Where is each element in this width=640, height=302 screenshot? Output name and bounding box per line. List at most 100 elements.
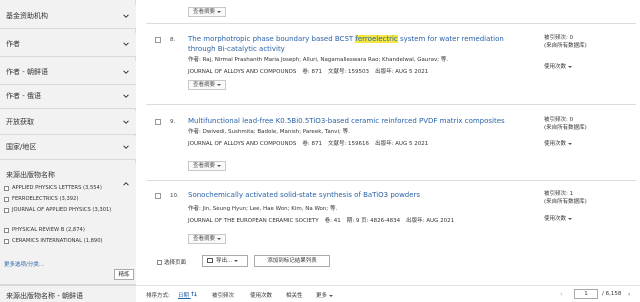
pub-date: 出版年: AUG 5 2021 [375,69,429,75]
sort-arrows-icon [191,291,197,297]
search-highlight: ferroelectric [355,35,398,43]
facet-funding-agency[interactable]: 基金资助机构 [0,5,136,29]
facet-label: 来源出版物名称 [6,171,55,179]
record-title-link[interactable]: Multifunctional lead-free K0.5Bi0.5TiO3-… [188,117,510,127]
usage-count-dropdown[interactable]: 使用次数 [544,214,573,222]
view-abstract-button[interactable]: 查看摘要 [188,80,227,90]
source-option[interactable]: APPLIED PHYSICS LETTERS (3,554) [4,185,132,192]
source-option[interactable]: FERROELECTRICS (3,392) [4,196,132,203]
checkbox[interactable] [4,197,9,202]
facet-label: 作者 - 俄语 [6,92,41,100]
caret-down-icon [234,259,239,262]
select-page-checkbox[interactable]: 选择页面 [157,258,186,266]
record-checkbox[interactable] [155,119,161,125]
volume: 卷: 41 [324,218,341,224]
record-number: 10. [170,193,179,199]
next-page-icon[interactable]: › [628,291,630,298]
facet-open-access[interactable]: 开放获取 [0,111,136,135]
view-abstract-button[interactable]: 查看摘要 [188,161,227,171]
sort-option-usage[interactable]: 使用次数 [250,291,272,299]
facet-label: 基金资助机构 [6,12,48,20]
more-options-link[interactable]: 更多选项/分类... [4,260,44,268]
chevron-down-icon [123,41,129,47]
caret-down-icon [217,237,222,240]
record-checkbox[interactable] [155,37,161,43]
record-authors: 作者: Jin, Seung Hyun; Lee, Hae Won; Kim, … [188,206,338,212]
record-number: 8. [170,37,176,43]
facet-label: 作者 [6,40,20,48]
record-source: JOURNAL OF ALLOYS AND COMPOUNDS 卷: 871 文献号… [188,139,434,147]
record-source: JOURNAL OF ALLOYS AND COMPOUNDS 卷: 871 文献号… [188,67,434,75]
source-option[interactable]: CERAMICS INTERNATIONAL (1,890) [4,238,132,245]
chevron-down-icon [123,13,129,19]
caret-down-icon [329,294,334,297]
page-number-input[interactable]: 1 [574,289,598,299]
chevron-down-icon [123,69,129,75]
chevron-down-icon [123,93,129,99]
chevron-down-icon [123,119,129,125]
prev-page-icon[interactable]: ‹ [560,291,562,298]
usage-count-dropdown[interactable]: 使用次数 [544,62,573,70]
record-source: JOURNAL OF THE EUROPEAN CERAMIC SOCIETY 卷… [188,216,460,224]
pub-date: 出版年: AUG 5 2021 [375,141,429,147]
source-option[interactable]: JOURNAL OF APPLIED PHYSICS (3,301) [4,207,116,214]
journal-name: JOURNAL OF THE EUROPEAN CERAMIC SOCIETY [188,218,319,224]
refine-button[interactable]: 精炼 [114,269,134,280]
chevron-down-icon [123,293,129,302]
view-abstract-button[interactable]: 查看摘要 [188,7,227,17]
times-cited: 被引频次: 0 [544,117,574,123]
journal-name: JOURNAL OF ALLOYS AND COMPOUNDS [188,141,297,147]
page-total: / 6,158 [602,291,622,297]
add-to-marked-list-button[interactable]: 添加到标记结果列表 [254,255,330,267]
divider [146,104,636,105]
record-authors: 作者: Raj, Nirmal Prashanth Maria Joseph; … [188,57,449,63]
sort-bar: 排序方式: 日期 被引频次 使用次数 相关性 更多 ‹ 1 / 6,158 › [136,285,640,302]
caret-down-icon [217,164,222,167]
source-option[interactable]: PHYSICAL REVIEW B (2,874) [4,227,132,234]
times-cited-note: (来自所有数据库) [544,43,587,49]
facet-author[interactable]: 作者 [0,33,136,57]
times-cited-note: (来自所有数据库) [544,199,587,205]
caret-down-icon [217,83,222,86]
volume: 卷: 871 [302,141,322,147]
usage-count-dropdown[interactable]: 使用次数 [544,139,573,147]
sort-option-more[interactable]: 更多 [316,291,334,299]
checkbox[interactable] [4,239,9,244]
record-title-link[interactable]: The morphotropic phase boundary based BC… [188,35,510,54]
article-number: 文献号: 159616 [327,141,370,147]
record-title-link[interactable]: Sonochemically activated solid-state syn… [188,191,510,201]
times-cited: 被引频次: 1 [544,191,574,197]
checkbox[interactable] [157,260,162,265]
chevron-down-icon [123,144,129,150]
record-authors: 作者: Dwivedi, Sushmita; Badole, Manish; P… [188,129,350,135]
sort-option-times-cited[interactable]: 被引频次 [212,291,234,299]
checkbox[interactable] [4,208,9,213]
checkbox[interactable] [4,186,9,191]
sort-option-date[interactable]: 日期 [178,291,197,299]
caret-down-icon [568,142,573,145]
facet-country-region[interactable]: 国家/地区 [0,136,136,160]
caret-down-icon [568,217,573,220]
volume: 卷: 871 [302,69,322,75]
facet-source-title-korean[interactable]: 来源出版物名称 - 朝鲜语 [0,285,136,302]
divider [146,180,636,181]
facet-author-russian[interactable]: 作者 - 俄语 [0,85,136,109]
record-checkbox[interactable] [155,193,161,199]
journal-name: JOURNAL OF ALLOYS AND COMPOUNDS [188,69,297,75]
view-abstract-button[interactable]: 查看摘要 [188,234,227,244]
facet-label: 开放获取 [6,118,34,126]
checkbox[interactable] [4,228,9,233]
facet-label: 作者 - 朝鲜语 [6,68,48,76]
record-number: 9. [170,119,176,125]
facet-label: 来源出版物名称 - 朝鲜语 [6,292,83,300]
filter-sidebar: 基金资助机构 作者 作者 - 朝鲜语 作者 - 俄语 开放获取 国家/地区 来源… [0,0,136,302]
times-cited: 被引频次: 0 [544,35,574,41]
export-button[interactable]: 导出... [202,255,248,267]
facet-author-korean[interactable]: 作者 - 朝鲜语 [0,61,136,85]
caret-down-icon [568,65,573,68]
sort-label: 排序方式: [146,293,170,299]
caret-down-icon [217,10,222,13]
divider [146,23,636,24]
export-icon [207,258,213,263]
sort-option-relevance[interactable]: 相关性 [286,291,303,299]
